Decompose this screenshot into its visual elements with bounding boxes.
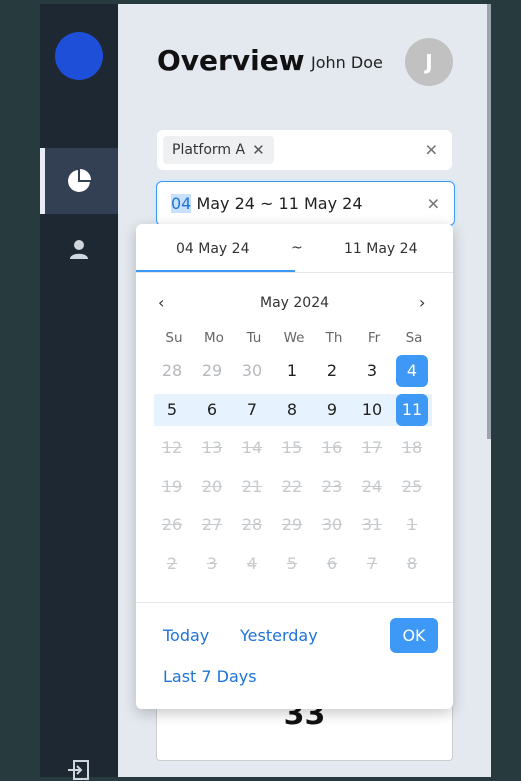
calendar-day: 3 [206,553,218,573]
calendar-day: 24 [361,476,383,496]
calendar-day: 5 [286,553,298,573]
weekday-header: Th [325,330,343,346]
month-label: May 2024 [259,295,330,311]
calendar-day[interactable]: 10 [356,394,388,426]
date-range-tabs: 04 May 24 ~ 11 May 24 [136,224,453,273]
calendar-day: 1 [406,515,418,534]
end-date-tab[interactable]: 11 May 24 [344,241,417,257]
calendar-day[interactable]: 6 [196,394,228,426]
calendar-day: 12 [161,438,183,457]
weekday-header: Su [165,330,183,346]
calendar-day: 4 [246,553,258,573]
platform-chip: Platform A ✕ [163,136,274,164]
calendar-day[interactable]: 30 [236,355,268,387]
calendar-day: 7 [366,553,378,573]
calendar-day: 27 [201,515,223,534]
stat-card: 33 [156,697,453,761]
calendar-day: 31 [361,515,383,534]
calendar-day[interactable]: 3 [356,355,388,387]
quick-last-7-days-button[interactable]: Last 7 Days [163,667,257,686]
calendar-day: 14 [241,438,263,457]
calendar-day: 13 [201,438,223,457]
quick-yesterday-button[interactable]: Yesterday [240,626,318,645]
calendar-day: 25 [401,476,423,496]
weekday-header: Tu [246,330,262,346]
calendar-day: 19 [161,476,183,496]
start-date-tab[interactable]: 04 May 24 [176,241,249,257]
user-icon [70,240,88,259]
calendar-day: 15 [281,438,303,457]
calendar-day: 2 [166,553,178,573]
date-range-input[interactable]: 04 May 24 ~ 11 May 24 ✕ [156,181,455,226]
calendar-day[interactable]: 4 [396,355,428,387]
clear-date-icon[interactable]: ✕ [427,194,440,213]
logout-icon[interactable] [66,759,92,781]
calendar-day[interactable]: 5 [156,394,188,426]
next-month-icon[interactable]: › [419,293,425,312]
calendar-day: 26 [161,515,183,534]
ok-button[interactable]: OK [390,618,438,653]
calendar-day: 21 [241,476,263,496]
date-input-rest: May 24 ~ 11 May 24 [191,194,363,213]
calendar-day: 8 [406,553,418,573]
scrollbar[interactable] [487,4,491,439]
calendar-day[interactable]: 7 [236,394,268,426]
sidebar-item-profile[interactable] [40,216,118,282]
calendar-day: 16 [321,438,343,457]
calendar-day: 30 [321,515,343,534]
calendar-day: 22 [281,476,303,496]
sidebar [40,4,118,780]
calendar-day: 6 [326,553,338,573]
calendar-day[interactable]: 28 [156,355,188,387]
calendar-day[interactable]: 8 [276,394,308,426]
calendar-day[interactable]: 1 [276,355,308,387]
footer-divider [136,602,453,603]
weekday-header: We [283,330,305,346]
platform-chip-label: Platform A [172,142,246,158]
range-separator: ~ [291,240,303,256]
date-input-start-selection: 04 [171,194,192,213]
date-range-picker-popup: 04 May 24 ~ 11 May 24 ‹ May 2024 › Su Mo T… [136,224,453,709]
user-name: John Doe [311,53,383,72]
calendar-day: 28 [241,515,263,534]
pie-chart-icon [68,169,91,192]
clear-filter-icon[interactable]: ✕ [425,141,438,160]
weekday-header: Sa [405,330,423,346]
calendar-day: 18 [401,438,423,457]
quick-today-button[interactable]: Today [163,626,209,645]
sidebar-item-overview[interactable] [40,148,118,214]
calendar-day: 17 [361,438,383,457]
calendar-day: 20 [201,476,223,496]
page-title: Overview [157,44,305,77]
calendar-day[interactable]: 11 [396,393,428,426]
chip-remove-icon[interactable]: ✕ [252,141,265,159]
weekday-header: Mo [204,330,224,346]
calendar-day[interactable]: 2 [316,355,348,387]
app-logo[interactable] [55,32,103,80]
calendar-day: 23 [321,476,343,496]
avatar[interactable]: J [405,38,453,86]
weekday-header: Fr [367,330,381,346]
platform-filter-select[interactable]: Platform A ✕ ✕ [157,130,452,170]
calendar-day: 29 [281,515,303,534]
calendar-day[interactable]: 9 [316,394,348,426]
calendar-day[interactable]: 29 [196,355,228,387]
active-tab-indicator [136,270,295,272]
